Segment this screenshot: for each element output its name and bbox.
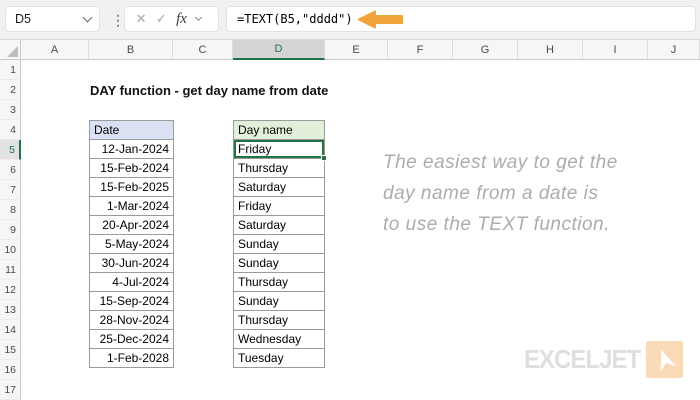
fx-chevron-down-icon[interactable] bbox=[195, 13, 203, 22]
select-all-corner[interactable] bbox=[0, 40, 21, 60]
enter-icon[interactable]: ✓ bbox=[156, 11, 167, 27]
cell-b2-title[interactable]: DAY function - get day name from date bbox=[90, 83, 328, 98]
formula-bar-handle-icon: ⋮ bbox=[111, 11, 125, 28]
row-header-6[interactable]: 6 bbox=[0, 160, 21, 180]
exceljet-logo: EXCELJET bbox=[524, 341, 684, 378]
row-header-10[interactable]: 10 bbox=[0, 240, 21, 260]
date-cell[interactable]: 15-Feb-2024 bbox=[89, 158, 174, 178]
select-all-triangle-icon bbox=[7, 46, 18, 57]
excel-window: D5 ⋮ ✕ ✓ fx =TEXT(B5,"dddd") ABCDEFGHIJ … bbox=[0, 0, 700, 400]
day-cell[interactable]: Thursday bbox=[233, 158, 325, 178]
cancel-icon[interactable]: ✕ bbox=[136, 11, 147, 27]
insert-function-icon[interactable]: fx bbox=[176, 11, 187, 28]
handwritten-annotation: The easiest way to get the day name from… bbox=[383, 147, 683, 240]
annotation-line: day name from a date is bbox=[383, 183, 599, 204]
column-header-g[interactable]: G bbox=[453, 40, 518, 60]
column-header-c[interactable]: C bbox=[173, 40, 233, 60]
row-header-15[interactable]: 15 bbox=[0, 340, 21, 360]
row-header-4[interactable]: 4 bbox=[0, 120, 21, 140]
exceljet-logo-text: EXCELJET bbox=[524, 344, 641, 374]
day-cell[interactable]: Sunday bbox=[233, 291, 325, 311]
row-header-14[interactable]: 14 bbox=[0, 320, 21, 340]
orange-annotation-arrow-icon bbox=[358, 10, 403, 29]
row-header-9[interactable]: 9 bbox=[0, 220, 21, 240]
row-headers: 1 2 3 4 5 6 7 8 9 10 11 12 13 14 15 16 17 bbox=[0, 60, 21, 400]
name-box[interactable]: D5 bbox=[5, 6, 100, 32]
row-header-8[interactable]: 8 bbox=[0, 200, 21, 220]
day-name-header-cell[interactable]: Day name bbox=[233, 120, 325, 140]
row-header-5[interactable]: 5 bbox=[0, 140, 21, 160]
formula-text: =TEXT(B5,"dddd") bbox=[237, 12, 353, 26]
name-box-value: D5 bbox=[15, 12, 31, 26]
column-header-e[interactable]: E bbox=[325, 40, 388, 60]
row-header-17[interactable]: 17 bbox=[0, 380, 21, 400]
date-header-cell[interactable]: Date bbox=[89, 120, 174, 140]
date-cell[interactable]: 1-Feb-2028 bbox=[89, 348, 174, 368]
column-header-h[interactable]: H bbox=[518, 40, 583, 60]
date-cell[interactable]: 20-Apr-2024 bbox=[89, 215, 174, 235]
column-header-f[interactable]: F bbox=[388, 40, 453, 60]
day-cell[interactable]: Saturday bbox=[233, 177, 325, 197]
annotation-line: The easiest way to get the bbox=[383, 152, 618, 173]
date-table: Date 12-Jan-2024 15-Feb-2024 15-Feb-2025 1-… bbox=[89, 120, 174, 368]
row-header-16[interactable]: 16 bbox=[0, 360, 21, 380]
date-cell[interactable]: 15-Sep-2024 bbox=[89, 291, 174, 311]
row-header-7[interactable]: 7 bbox=[0, 180, 21, 200]
day-cell[interactable]: Tuesday bbox=[233, 348, 325, 368]
exceljet-logo-mark bbox=[646, 341, 684, 378]
date-cell[interactable]: 28-Nov-2024 bbox=[89, 310, 174, 330]
formula-bar: D5 ⋮ ✕ ✓ fx =TEXT(B5,"dddd") bbox=[0, 0, 700, 40]
date-cell[interactable]: 30-Jun-2024 bbox=[89, 253, 174, 273]
day-cell[interactable]: Thursday bbox=[233, 310, 325, 330]
day-cell[interactable]: Friday bbox=[233, 196, 325, 216]
formula-input[interactable]: =TEXT(B5,"dddd") bbox=[226, 6, 696, 32]
column-headers: ABCDEFGHIJ bbox=[0, 40, 700, 60]
row-header-1[interactable]: 1 bbox=[0, 60, 21, 80]
day-cell[interactable]: Sunday bbox=[233, 253, 325, 273]
date-cell[interactable]: 25-Dec-2024 bbox=[89, 329, 174, 349]
date-cell[interactable]: 15-Feb-2025 bbox=[89, 177, 174, 197]
row-header-12[interactable]: 12 bbox=[0, 280, 21, 300]
row-header-11[interactable]: 11 bbox=[0, 260, 21, 280]
day-cell[interactable]: Thursday bbox=[233, 272, 325, 292]
fill-handle[interactable] bbox=[321, 155, 327, 161]
chevron-down-icon[interactable] bbox=[82, 12, 93, 23]
date-cell[interactable]: 1-Mar-2024 bbox=[89, 196, 174, 216]
day-name-table: Day name Friday Thursday Saturday Friday Sat… bbox=[233, 120, 327, 368]
date-cell[interactable]: 4-Jul-2024 bbox=[89, 272, 174, 292]
column-header-d[interactable]: D bbox=[233, 40, 325, 60]
column-header-i[interactable]: I bbox=[583, 40, 648, 60]
row-header-13[interactable]: 13 bbox=[0, 300, 21, 320]
row-header-2[interactable]: 2 bbox=[0, 80, 21, 100]
row-header-3[interactable]: 3 bbox=[0, 100, 21, 120]
day-cell[interactable]: Wednesday bbox=[233, 329, 325, 349]
day-cell-selected-d5[interactable]: Friday bbox=[233, 139, 327, 161]
column-header-a[interactable]: A bbox=[21, 40, 89, 60]
column-header-b[interactable]: B bbox=[89, 40, 173, 60]
column-header-j[interactable]: J bbox=[648, 40, 700, 60]
annotation-line: to use the TEXT function. bbox=[383, 214, 610, 235]
paper-plane-icon bbox=[660, 349, 677, 372]
day-cell[interactable]: Saturday bbox=[233, 215, 325, 235]
formula-buttons: ✕ ✓ fx bbox=[124, 6, 219, 32]
day-cell[interactable]: Sunday bbox=[233, 234, 325, 254]
date-cell[interactable]: 5-May-2024 bbox=[89, 234, 174, 254]
date-cell[interactable]: 12-Jan-2024 bbox=[89, 139, 174, 159]
